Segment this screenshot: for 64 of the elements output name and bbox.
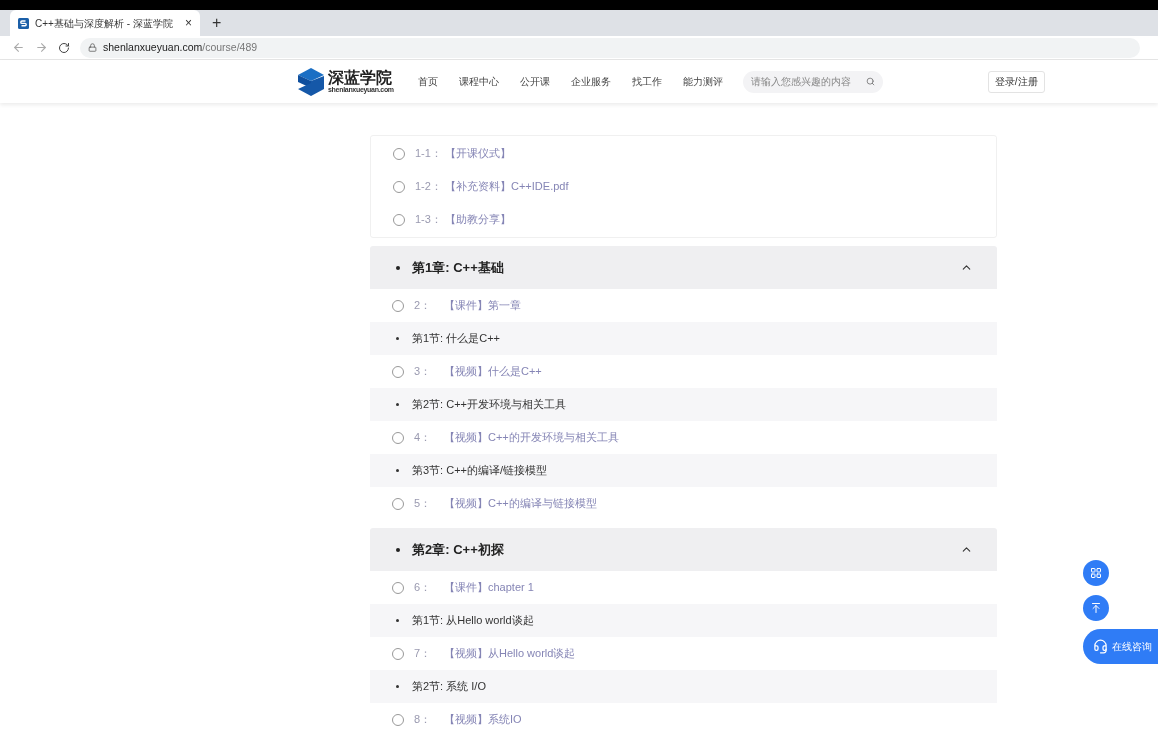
nav-link[interactable]: 首页 <box>417 74 438 89</box>
lesson-link[interactable]: 【开课仪式】 <box>445 145 511 162</box>
search-field[interactable]: 请输入您感兴趣的内容 <box>742 70 883 93</box>
section-title: 第1节: 什么是C++ <box>412 331 501 347</box>
back-to-top-button[interactable] <box>1083 595 1109 621</box>
lesson-number: 1-1： <box>415 146 443 162</box>
top-arrow-icon <box>1090 602 1102 614</box>
consult-button[interactable]: 在线咨询 <box>1083 629 1158 664</box>
section-title: 第2节: C++开发环境与相关工具 <box>412 397 567 413</box>
logo-icon <box>298 67 324 96</box>
section-title: 第3节: C++的编译/链接模型 <box>412 463 548 479</box>
tab-close-button[interactable]: × <box>185 17 192 29</box>
apps-button[interactable] <box>1083 560 1109 586</box>
site-favicon <box>18 17 29 29</box>
lesson-link[interactable]: 【视频】从Hello world谈起 <box>444 645 576 662</box>
lesson-number: 1-3： <box>415 212 443 228</box>
headset-icon <box>1093 639 1108 654</box>
lesson-link[interactable]: 【课件】chapter 1 <box>444 579 534 596</box>
back-icon[interactable] <box>12 41 25 54</box>
bullet <box>396 619 399 622</box>
lesson-number: 4： <box>414 430 433 446</box>
section-title: 第1节: 从Hello world谈起 <box>412 613 534 629</box>
bullet <box>396 469 399 472</box>
lesson-link[interactable]: 【助教分享】 <box>445 211 511 228</box>
lesson-link[interactable]: 【视频】C++的编译与链接模型 <box>444 495 597 512</box>
lesson-link[interactable]: 【视频】什么是C++ <box>444 363 542 380</box>
lesson-number: 3： <box>414 364 433 380</box>
chapter-title: 第2章: C++初探 <box>412 540 504 559</box>
forward-icon[interactable] <box>35 41 48 54</box>
lock-icon <box>88 43 97 52</box>
new-tab-button[interactable]: + <box>200 10 234 36</box>
lesson-number: 2： <box>414 298 433 314</box>
lesson-link[interactable]: 【补充资料】C++IDE.pdf <box>445 178 569 195</box>
lesson-number: 8： <box>414 712 433 728</box>
reload-icon[interactable] <box>58 41 70 54</box>
lesson-number: 5： <box>414 496 433 512</box>
lesson-number: 7： <box>414 646 433 662</box>
chapter-header[interactable]: 第1章: C++基础 <box>370 246 997 289</box>
bullet <box>396 685 399 688</box>
bullet <box>396 547 400 552</box>
lesson-link[interactable]: 【视频】C++的开发环境与相关工具 <box>444 429 619 446</box>
bullet <box>396 337 399 340</box>
lesson-number: 1-2： <box>415 179 443 195</box>
search-icon[interactable] <box>865 77 875 86</box>
chapter-header[interactable]: 第2章: C++初探 <box>370 528 997 571</box>
login-button[interactable]: 登录/注册 <box>987 70 1045 93</box>
address-bar[interactable]: shenlanxueyuan.com/course/489 <box>80 37 1140 58</box>
nav-link[interactable]: 企业服务 <box>570 74 611 89</box>
tab-title: C++基础与深度解析 - 深蓝学院 <box>35 16 173 31</box>
nav-link[interactable]: 公开课 <box>519 74 550 89</box>
grid-icon <box>1090 567 1102 579</box>
chapter-title: 第1章: C++基础 <box>412 258 504 277</box>
logo-name: 深蓝学院 <box>328 70 393 86</box>
section-title: 第2节: 系统 I/O <box>412 679 486 695</box>
browser-tab[interactable]: C++基础与深度解析 - 深蓝学院 × <box>10 10 200 36</box>
nav-link[interactable]: 课程中心 <box>458 74 499 89</box>
bullet <box>396 265 400 270</box>
nav-link[interactable]: 找工作 <box>631 74 662 89</box>
url-text: shenlanxueyuan.com/course/489 <box>103 39 258 55</box>
lesson-link[interactable]: 【视频】系统IO <box>444 711 522 728</box>
bullet <box>396 403 399 406</box>
lesson-number: 6： <box>414 580 433 596</box>
lesson-link[interactable]: 【课件】第一章 <box>444 297 521 314</box>
nav-link[interactable]: 能力测评 <box>682 74 723 89</box>
